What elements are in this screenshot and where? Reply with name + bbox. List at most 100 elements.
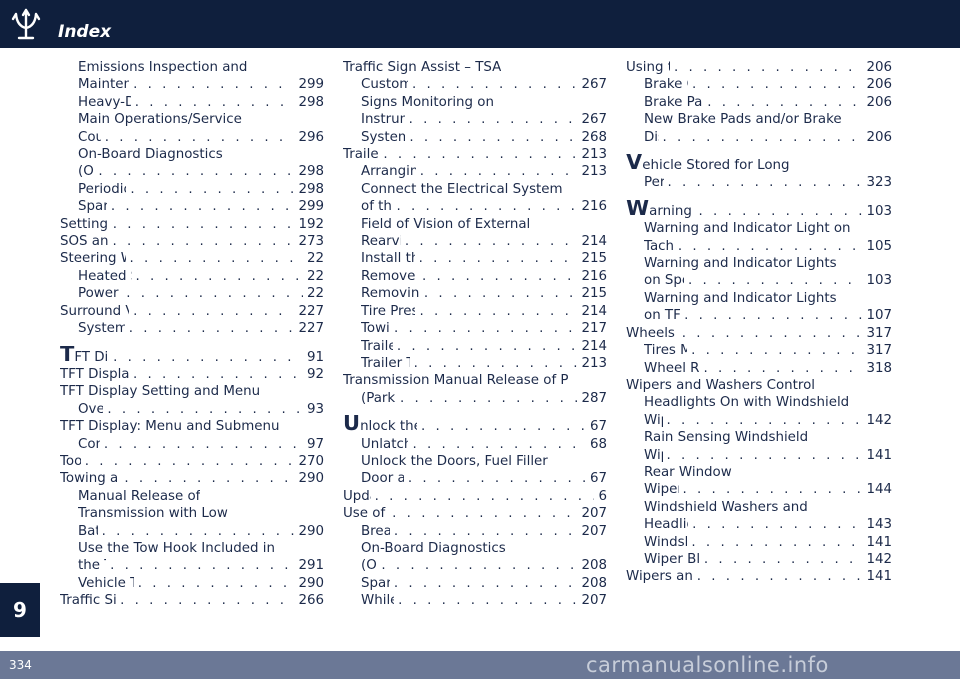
index-entry[interactable]: Brake Overheating . . . . . . . . . . . … — [626, 76, 892, 93]
index-page-ref[interactable]: 92 — [307, 366, 324, 383]
index-entry[interactable]: Discs . . . . . . . . . . . . . . . . . … — [626, 129, 892, 146]
index-entry[interactable]: Updating . . . . . . . . . . . . . . . .… — [343, 488, 607, 505]
index-entry[interactable]: Content . . . . . . . . . . . . . . . . … — [60, 436, 324, 453]
index-entry[interactable]: Setting Ride Height . . . . . . . . . . … — [60, 216, 324, 233]
index-page-ref[interactable]: 67 — [590, 418, 607, 435]
index-page-ref[interactable]: 142 — [866, 412, 892, 429]
index-entry[interactable]: Warning and Indicator Lights . . . . . .… — [626, 200, 892, 220]
index-entry[interactable]: (OBD) . . . . . . . . . . . . . . . . . … — [60, 163, 324, 180]
index-page-ref[interactable]: 266 — [298, 592, 324, 609]
index-page-ref[interactable]: 273 — [298, 233, 324, 250]
index-entry[interactable]: Rearview Mirrors . . . . . . . . . . . .… — [343, 233, 607, 250]
index-page-ref[interactable]: 268 — [581, 129, 607, 146]
index-entry[interactable]: (OBD) . . . . . . . . . . . . . . . . . … — [343, 557, 607, 574]
index-page-ref[interactable]: 207 — [581, 592, 607, 609]
index-page-ref[interactable]: 216 — [581, 198, 607, 215]
index-entry[interactable]: Towing a Disabled Vehicle . . . . . . . … — [60, 470, 324, 487]
index-page-ref[interactable]: 298 — [298, 94, 324, 111]
index-page-ref[interactable]: 67 — [590, 470, 607, 487]
index-entry[interactable]: Towing Tips . . . . . . . . . . . . . . … — [343, 320, 607, 337]
index-entry[interactable]: Wipers . . . . . . . . . . . . . . . . .… — [626, 412, 892, 429]
index-page-ref[interactable]: 296 — [298, 129, 324, 146]
index-entry[interactable]: Spare Parts . . . . . . . . . . . . . . … — [60, 198, 324, 215]
index-entry[interactable]: Trailer Lights . . . . . . . . . . . . .… — [343, 338, 607, 355]
index-page-ref[interactable]: 227 — [298, 320, 324, 337]
index-page-ref[interactable]: 207 — [581, 523, 607, 540]
index-page-ref[interactable]: 270 — [298, 453, 324, 470]
index-entry[interactable]: Coupons . . . . . . . . . . . . . . . . … — [60, 129, 324, 146]
index-entry[interactable]: Remove the Trailer Tongue . . . . . . . … — [343, 268, 607, 285]
index-page-ref[interactable]: 22 — [307, 268, 324, 285]
index-page-ref[interactable]: 267 — [581, 111, 607, 128]
index-page-ref[interactable]: 214 — [581, 303, 607, 320]
index-page-ref[interactable]: 227 — [298, 303, 324, 320]
index-page-ref[interactable]: 6 — [598, 488, 607, 505]
index-entry[interactable]: Brake Pads and Brake Discs . . . . . . .… — [626, 94, 892, 111]
index-entry[interactable]: Spare Parts . . . . . . . . . . . . . . … — [343, 575, 607, 592]
index-entry[interactable]: Vehicle Towing Conditions . . . . . . . … — [60, 575, 324, 592]
index-entry[interactable]: Maintenance Programs . . . . . . . . . .… — [60, 76, 324, 93]
index-page-ref[interactable]: 267 — [581, 76, 607, 93]
index-page-ref[interactable]: 143 — [866, 516, 892, 533]
index-page-ref[interactable]: 291 — [298, 557, 324, 574]
index-page-ref[interactable]: 208 — [581, 557, 607, 574]
index-page-ref[interactable]: 141 — [866, 534, 892, 551]
index-entry[interactable]: Wheels Maintenance . . . . . . . . . . .… — [626, 325, 892, 342]
index-page-ref[interactable]: 107 — [866, 307, 892, 324]
index-page-ref[interactable]: 141 — [866, 447, 892, 464]
chapter-tab[interactable]: 9 — [0, 583, 40, 637]
index-page-ref[interactable]: 206 — [866, 76, 892, 93]
index-entry[interactable]: the Tool Kit . . . . . . . . . . . . . .… — [60, 557, 324, 574]
index-page-ref[interactable]: 91 — [307, 349, 324, 366]
index-page-ref[interactable]: 317 — [866, 342, 892, 359]
index-page-ref[interactable]: 318 — [866, 360, 892, 377]
index-page-ref[interactable]: 299 — [298, 76, 324, 93]
index-entry[interactable]: SOS and Assist Call . . . . . . . . . . … — [60, 233, 324, 250]
index-page-ref[interactable]: 207 — [581, 505, 607, 522]
index-page-ref[interactable]: 22 — [307, 250, 324, 267]
index-entry[interactable]: Use of the Engine . . . . . . . . . . . … — [343, 505, 607, 522]
index-entry[interactable]: Breaking-In . . . . . . . . . . . . . . … — [343, 523, 607, 540]
index-entry[interactable]: Headlight Washers . . . . . . . . . . . … — [626, 516, 892, 533]
index-entry[interactable]: Tachometer . . . . . . . . . . . . . . .… — [626, 238, 892, 255]
index-page-ref[interactable]: 213 — [581, 146, 607, 163]
index-page-ref[interactable]: 103 — [866, 203, 892, 220]
index-entry[interactable]: Steering Wheel Adjustment . . . . . . . … — [60, 250, 324, 267]
index-entry[interactable]: (Park) Position . . . . . . . . . . . . … — [343, 390, 607, 407]
index-page-ref[interactable]: 213 — [581, 355, 607, 372]
index-page-ref[interactable]: 323 — [866, 174, 892, 191]
index-entry[interactable]: Periods . . . . . . . . . . . . . . . . … — [626, 174, 892, 191]
index-entry[interactable]: Power Adjustment . . . . . . . . . . . .… — [60, 285, 324, 302]
index-entry[interactable]: Trailer Towing . . . . . . . . . . . . .… — [343, 146, 607, 163]
index-entry[interactable]: Heavy-Duty Vehicle Use . . . . . . . . .… — [60, 94, 324, 111]
index-entry[interactable]: Tires Maintenance . . . . . . . . . . . … — [626, 342, 892, 359]
index-page-ref[interactable]: 287 — [581, 390, 607, 407]
index-entry[interactable]: Tool Kit . . . . . . . . . . . . . . . .… — [60, 453, 324, 470]
index-page-ref[interactable]: 141 — [866, 568, 892, 585]
index-page-ref[interactable]: 215 — [581, 250, 607, 267]
index-page-ref[interactable]: 105 — [866, 238, 892, 255]
index-page-ref[interactable]: 144 — [866, 481, 892, 498]
index-entry[interactable]: TFT Display Pop up Messages . . . . . . … — [60, 366, 324, 383]
index-page-ref[interactable]: 217 — [581, 320, 607, 337]
index-entry[interactable]: Wiper Blade Maintenance . . . . . . . . … — [626, 551, 892, 568]
index-page-ref[interactable]: 214 — [581, 233, 607, 250]
index-entry[interactable]: Wheel Rims Maintenance . . . . . . . . .… — [626, 360, 892, 377]
index-entry[interactable]: Install the Trailer Tongue . . . . . . .… — [343, 250, 607, 267]
index-entry[interactable]: Using the Brakes . . . . . . . . . . . .… — [626, 59, 892, 76]
index-page-ref[interactable]: 206 — [866, 94, 892, 111]
index-entry[interactable]: Surround View Camera System . . . . . . … — [60, 303, 324, 320]
index-page-ref[interactable]: 22 — [307, 285, 324, 302]
index-entry[interactable]: Unlock the Vehicle with Key fob . . . . … — [343, 415, 607, 435]
index-entry[interactable]: System components . . . . . . . . . . . … — [60, 320, 324, 337]
index-entry[interactable]: Arranging Load on Trailer . . . . . . . … — [343, 163, 607, 180]
index-entry[interactable]: Wipers . . . . . . . . . . . . . . . . .… — [626, 447, 892, 464]
index-entry[interactable]: Wipers and Washers Controls . . . . . . … — [626, 568, 892, 585]
index-entry[interactable]: on TFT Display . . . . . . . . . . . . .… — [626, 307, 892, 324]
index-entry[interactable]: TFT Display Areas . . . . . . . . . . . … — [60, 346, 324, 366]
index-page-ref[interactable]: 206 — [866, 129, 892, 146]
index-entry[interactable]: Customised Settings . . . . . . . . . . … — [343, 76, 607, 93]
index-page-ref[interactable]: 214 — [581, 338, 607, 355]
index-page-ref[interactable]: 192 — [298, 216, 324, 233]
index-entry[interactable]: Battery . . . . . . . . . . . . . . . . … — [60, 523, 324, 540]
